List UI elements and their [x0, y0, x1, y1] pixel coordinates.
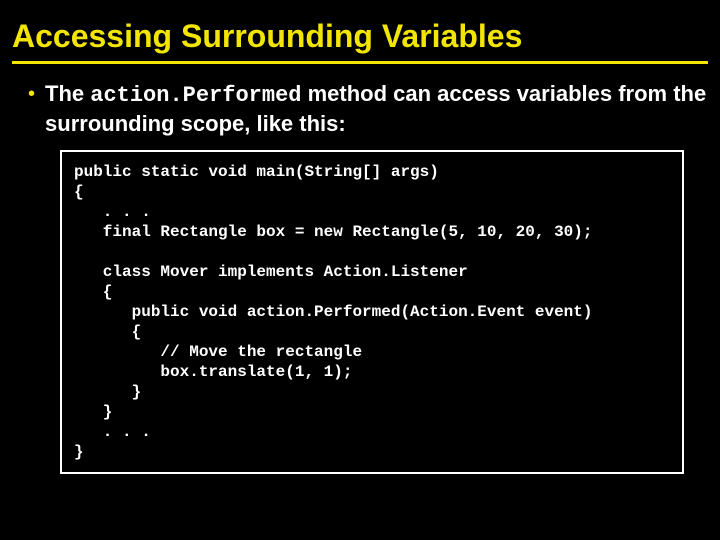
- bullet-item: • The action.Performed method can access…: [12, 80, 708, 138]
- slide-title: Accessing Surrounding Variables: [12, 18, 708, 64]
- code-block: public static void main(String[] args) {…: [60, 150, 684, 474]
- bullet-dot-icon: •: [28, 80, 35, 108]
- bullet-code-token: action.Performed: [90, 83, 301, 108]
- bullet-prefix: The: [45, 81, 90, 106]
- code-content: public static void main(String[] args) {…: [74, 162, 670, 462]
- slide: Accessing Surrounding Variables • The ac…: [0, 0, 720, 540]
- bullet-text: The action.Performed method can access v…: [45, 80, 708, 138]
